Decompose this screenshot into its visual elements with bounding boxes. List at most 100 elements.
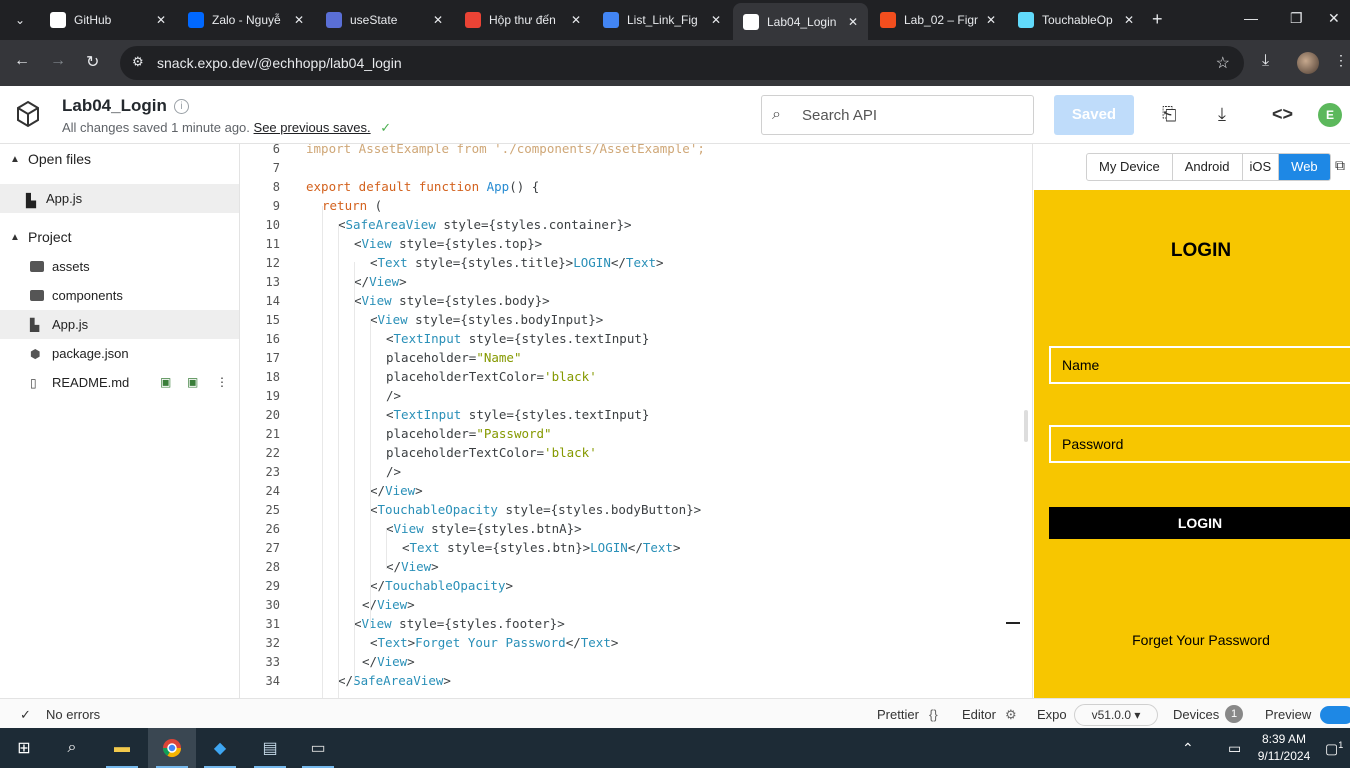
snack-logo-icon[interactable] xyxy=(16,100,40,128)
device-tab[interactable]: iOS xyxy=(1243,154,1280,180)
network-icon[interactable]: ▭ xyxy=(1228,740,1241,757)
braces-icon[interactable]: {} xyxy=(929,707,938,722)
download-icon[interactable]: ⤓ xyxy=(1218,104,1226,125)
open-in-new-icon[interactable]: ⧉ xyxy=(1335,157,1345,174)
collapse-icon[interactable] xyxy=(1006,622,1020,624)
code-line[interactable]: return ( xyxy=(322,198,382,213)
export-icon[interactable]: ⎗ xyxy=(1162,104,1176,125)
previous-saves-link[interactable]: See previous saves. xyxy=(254,120,371,135)
device-tab[interactable]: Web xyxy=(1279,154,1330,180)
browser-tab[interactable]: GitHub ✕ xyxy=(40,5,176,35)
code-line[interactable]: <View style={styles.btnA}> xyxy=(386,521,582,536)
close-window-button[interactable]: ✕ xyxy=(1328,10,1340,27)
file-explorer-icon[interactable]: ▬ xyxy=(98,728,146,768)
code-line[interactable]: /> xyxy=(386,388,401,403)
windows-start-icon[interactable]: ⊞ xyxy=(0,728,48,768)
show-hidden-icons[interactable]: ⌃ xyxy=(1182,740,1194,757)
code-line[interactable]: <View style={styles.footer}> xyxy=(354,616,565,631)
file-item[interactable]: ▯ README.md xyxy=(0,368,239,397)
code-line[interactable]: </TouchableOpacity> xyxy=(370,578,513,593)
forward-icon[interactable]: → xyxy=(50,52,66,70)
code-line[interactable]: placeholder="Password" xyxy=(386,426,552,441)
code-editor[interactable]: 6 import AssetExample from './components/… xyxy=(240,144,1032,698)
browser-tab[interactable]: Lab04_Login ✕ xyxy=(733,3,868,40)
code-line[interactable]: <View style={styles.body}> xyxy=(354,293,550,308)
code-line[interactable]: </View> xyxy=(362,654,415,669)
close-tab-icon[interactable]: ✕ xyxy=(431,13,445,27)
close-tab-icon[interactable]: ✕ xyxy=(292,13,306,27)
code-line[interactable]: </View> xyxy=(370,483,423,498)
search-api-input[interactable]: ⌕ Search API xyxy=(761,95,1034,135)
browser-tab[interactable]: Hộp thư đến ✕ xyxy=(455,5,591,35)
file-item[interactable]: ▙ App.js xyxy=(0,310,239,339)
prettier-label[interactable]: Prettier xyxy=(877,707,919,722)
sdk-version-select[interactable]: v51.0.0 ▾ xyxy=(1074,704,1158,726)
code-line[interactable]: <TouchableOpacity style={styles.bodyButt… xyxy=(370,502,701,517)
code-line[interactable]: placeholderTextColor='black' xyxy=(386,369,597,384)
close-tab-icon[interactable]: ✕ xyxy=(709,13,723,27)
forget-password-text[interactable]: Forget Your Password xyxy=(1034,632,1350,648)
name-input[interactable]: Name xyxy=(1049,346,1350,384)
password-input[interactable]: Password xyxy=(1049,425,1350,463)
code-line[interactable]: <SafeAreaView style={styles.container}> xyxy=(338,217,632,232)
notepad-icon[interactable]: ▤ xyxy=(246,728,294,768)
code-line[interactable]: <Text>Forget Your Password</Text> xyxy=(370,635,618,650)
code-line[interactable]: <Text style={styles.btn}>LOGIN</Text> xyxy=(402,540,681,555)
browser-tab[interactable]: useState ✕ xyxy=(316,5,453,35)
code-line[interactable]: </View> xyxy=(354,274,407,289)
project-title[interactable]: Lab04_Login xyxy=(62,96,167,116)
restore-button[interactable]: ❐ xyxy=(1290,10,1303,27)
site-info-icon[interactable]: ⚙ xyxy=(132,54,144,70)
open-file-item[interactable]: ▙ App.js xyxy=(0,184,239,213)
browser-tab[interactable]: Zalo - Nguyễ ✕ xyxy=(178,5,314,35)
file-item[interactable]: ⬢ package.json xyxy=(0,339,239,368)
close-tab-icon[interactable]: ✕ xyxy=(846,15,860,29)
vscode-icon[interactable]: ◆ xyxy=(196,728,244,768)
close-tab-icon[interactable]: ✕ xyxy=(984,13,998,27)
tab-search-icon[interactable]: ⌄ xyxy=(6,6,34,34)
browser-tab[interactable]: Lab_02 – Figr ✕ xyxy=(870,5,1006,35)
terminal-icon[interactable]: ▭ xyxy=(294,728,342,768)
reload-icon[interactable]: ↻ xyxy=(86,52,99,72)
code-line[interactable]: placeholderTextColor='black' xyxy=(386,445,597,460)
gear-icon[interactable]: ⚙ xyxy=(1005,707,1017,723)
errors-status[interactable]: No errors xyxy=(46,707,100,722)
back-icon[interactable]: ← xyxy=(14,52,30,70)
code-line[interactable]: export default function App() { xyxy=(306,179,539,194)
browser-tab[interactable]: TouchableOp ✕ xyxy=(1008,5,1144,35)
device-tab[interactable]: My Device xyxy=(1087,154,1173,180)
chrome-icon[interactable] xyxy=(148,728,196,768)
info-icon[interactable]: i xyxy=(174,99,189,114)
project-section[interactable]: ▲ Project xyxy=(0,222,240,252)
saved-button[interactable]: Saved xyxy=(1054,95,1134,135)
user-avatar[interactable]: E xyxy=(1318,103,1342,127)
chrome-menu-icon[interactable]: ⋮ xyxy=(1334,52,1348,69)
device-tab[interactable]: Android xyxy=(1173,154,1243,180)
code-line[interactable]: <TextInput style={styles.textInput} xyxy=(386,331,649,346)
downloads-icon[interactable]: ⤓ xyxy=(1262,52,1269,70)
code-line[interactable]: /> xyxy=(386,464,401,479)
embed-code-icon[interactable]: <> xyxy=(1272,104,1293,125)
close-tab-icon[interactable]: ✕ xyxy=(569,13,583,27)
system-clock[interactable]: 8:39 AM 9/11/2024 xyxy=(1252,731,1316,765)
preview-toggle[interactable] xyxy=(1320,706,1350,724)
close-tab-icon[interactable]: ✕ xyxy=(1122,13,1136,27)
new-tab-button[interactable]: + xyxy=(1152,9,1163,30)
profile-avatar[interactable] xyxy=(1297,52,1319,74)
editor-label[interactable]: Editor xyxy=(962,707,996,722)
bookmark-star-icon[interactable]: ☆ xyxy=(1216,53,1230,73)
code-line[interactable]: <View style={styles.bodyInput}> xyxy=(370,312,603,327)
open-files-section[interactable]: ▲ Open files xyxy=(0,144,240,174)
minimize-button[interactable]: — xyxy=(1244,10,1258,26)
code-line[interactable]: <View style={styles.top}> xyxy=(354,236,542,251)
code-line[interactable]: import AssetExample from './components/A… xyxy=(306,144,705,156)
devices-label[interactable]: Devices xyxy=(1173,707,1219,722)
address-bar[interactable]: ⚙ snack.expo.dev/@echhopp/lab04_login ☆ xyxy=(120,46,1244,80)
folder-item[interactable]: components xyxy=(0,281,239,310)
browser-tab[interactable]: List_Link_Fig ✕ xyxy=(593,5,731,35)
code-line[interactable]: <TextInput style={styles.textInput} xyxy=(386,407,649,422)
editor-scrollbar[interactable] xyxy=(1024,410,1028,442)
code-line[interactable]: </View> xyxy=(386,559,439,574)
code-line[interactable]: <Text style={styles.title}>LOGIN</Text> xyxy=(370,255,664,270)
search-icon[interactable]: ⌕ xyxy=(48,728,96,768)
